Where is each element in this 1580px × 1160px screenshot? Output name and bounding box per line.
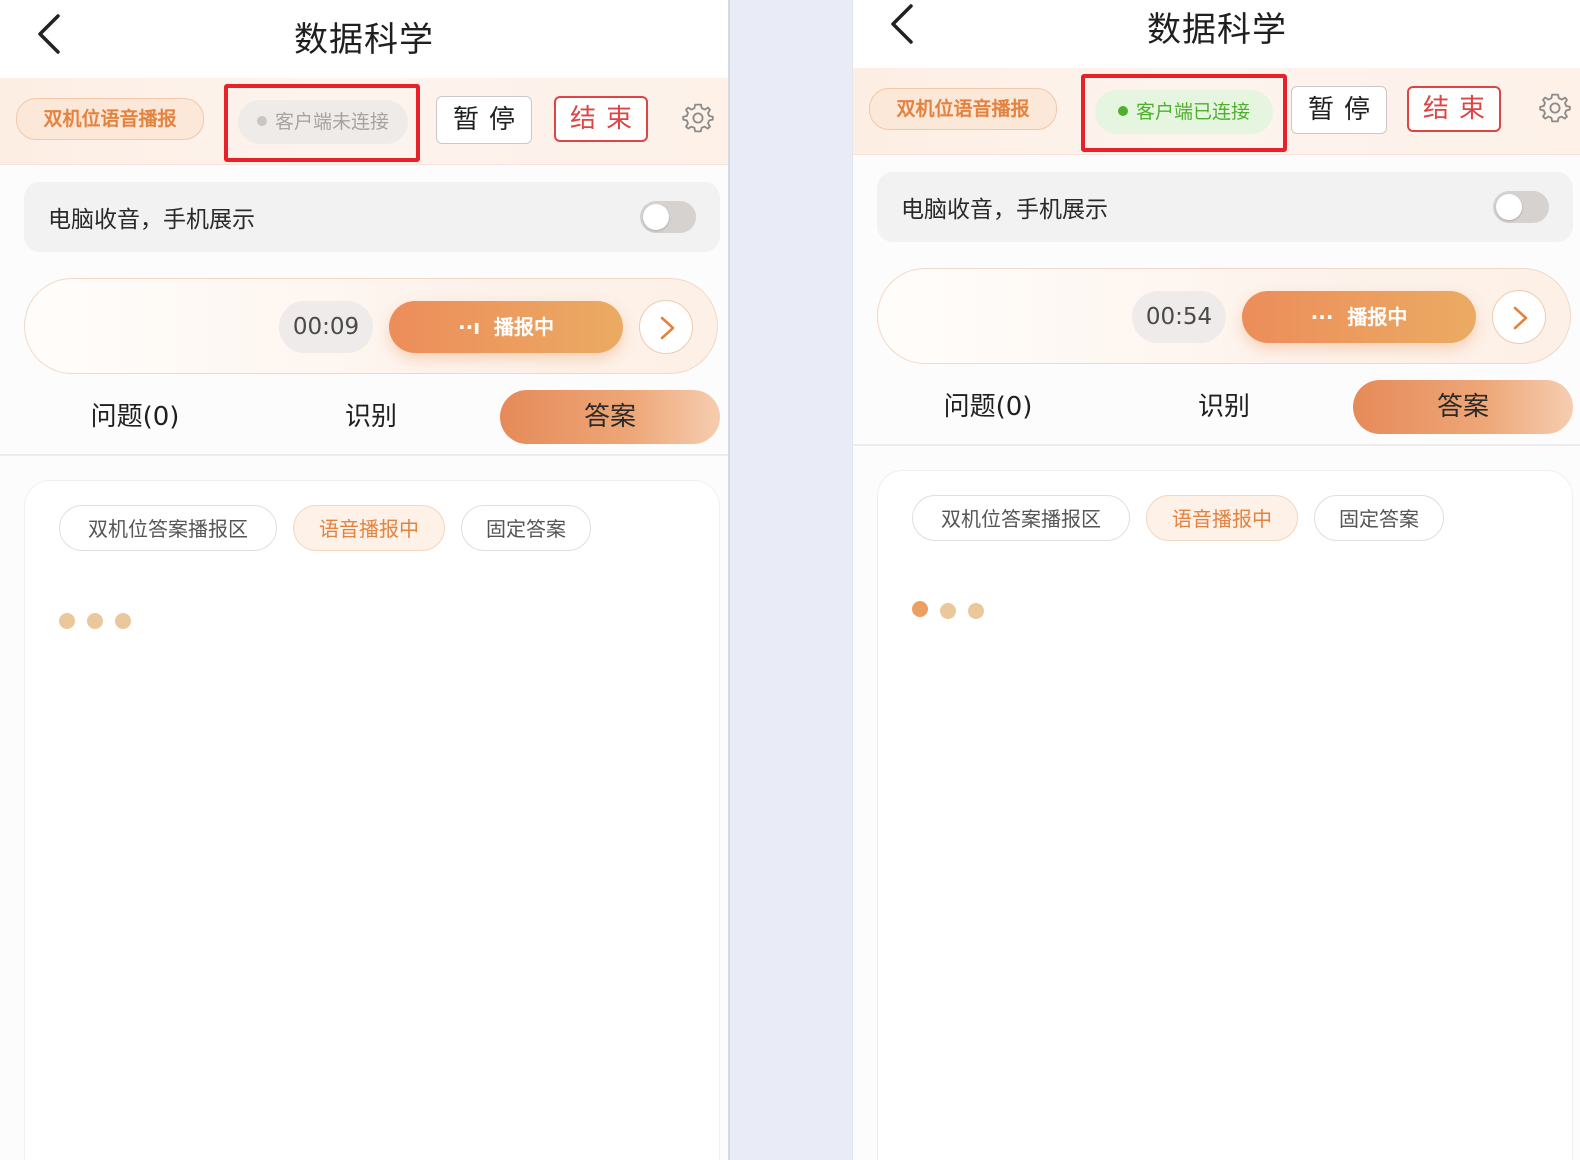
client-status-text: 客户端已连接	[1135, 101, 1250, 123]
broadcasting-label: 播报中	[1347, 305, 1408, 329]
pause-button[interactable]: 暂停	[1291, 86, 1387, 134]
ellipsis-icon: ∙∙ı	[458, 315, 494, 339]
toolbar: 双机位语音播报 客户端已连接 暂停 结束	[853, 68, 1580, 155]
answer-card: 双机位答案播报区 语音播报中 固定答案	[877, 470, 1573, 1160]
status-highlight-box: 客户端未连接	[224, 84, 420, 162]
typing-dots-icon	[59, 611, 139, 631]
mic-mode-toggle[interactable]	[640, 201, 696, 233]
mic-mode-row: 电脑收音，手机展示	[24, 182, 720, 252]
divider	[853, 444, 1580, 446]
panel-content: 数据科学 双机位语音播报 客户端未连接 暂停 结束 电脑收音，手机展示 00:0…	[0, 0, 728, 1160]
next-button[interactable]	[1492, 290, 1546, 344]
answer-card: 双机位答案播报区 语音播报中 固定答案	[24, 480, 720, 1160]
broadcast-timer: 00:54	[1132, 291, 1226, 343]
mic-mode-toggle[interactable]	[1493, 191, 1549, 223]
broadcast-player: 00:54 ∙∙∙ 播报中	[877, 268, 1571, 364]
header: 数据科学	[0, 0, 728, 78]
status-dot-icon	[1117, 105, 1128, 116]
page-title: 数据科学	[294, 20, 434, 60]
client-status-badge: 客户端未连接	[238, 100, 408, 144]
gear-icon[interactable]	[682, 102, 714, 134]
panel-content: 数据科学 双机位语音播报 客户端已连接 暂停 结束 电脑收音，手机展示 00:5…	[853, 0, 1580, 1160]
dual-broadcast-badge[interactable]: 双机位语音播报	[869, 88, 1057, 130]
end-button[interactable]: 结束	[1407, 86, 1501, 132]
broadcasting-button[interactable]: ∙∙∙ 播报中	[1242, 291, 1476, 343]
tab-recognition[interactable]: 识别	[276, 390, 466, 444]
broadcast-timer: 00:09	[279, 301, 373, 353]
toggle-knob	[643, 204, 669, 230]
tab-answers[interactable]: 答案	[500, 390, 720, 444]
next-button[interactable]	[639, 300, 693, 354]
tab-recognition[interactable]: 识别	[1129, 380, 1319, 434]
gear-icon[interactable]	[1539, 92, 1571, 124]
page-title: 数据科学	[1147, 10, 1287, 50]
client-status-badge: 客户端已连接	[1095, 90, 1273, 134]
divider	[0, 454, 728, 456]
status-dot-icon	[256, 115, 267, 126]
end-button[interactable]: 结束	[554, 96, 648, 142]
broadcasting-button[interactable]: ∙∙ı 播报中	[389, 301, 623, 353]
mic-mode-row: 电脑收音，手机展示	[877, 172, 1573, 242]
chevron-right-icon	[660, 316, 675, 340]
chip-fixed-answer[interactable]: 固定答案	[1314, 495, 1444, 541]
tab-answers[interactable]: 答案	[1353, 380, 1573, 434]
chip-fixed-answer[interactable]: 固定答案	[461, 505, 591, 551]
chip-voice-broadcasting[interactable]: 语音播报中	[1146, 495, 1298, 541]
chip-voice-broadcasting[interactable]: 语音播报中	[293, 505, 445, 551]
tab-bar: 问题(0) 识别 答案	[0, 386, 728, 454]
header: 数据科学	[853, 0, 1580, 68]
tab-questions[interactable]: 问题(0)	[40, 390, 230, 444]
pause-button[interactable]: 暂停	[436, 96, 532, 144]
chevron-right-icon	[1513, 306, 1528, 330]
chip-dual-answer-area[interactable]: 双机位答案播报区	[912, 495, 1130, 541]
ellipsis-icon: ∙∙∙	[1310, 305, 1348, 329]
broadcasting-label: 播报中	[493, 315, 554, 339]
status-highlight-box: 客户端已连接	[1081, 74, 1287, 152]
toggle-knob	[1496, 194, 1522, 220]
typing-dots-icon	[912, 601, 992, 621]
chip-dual-answer-area[interactable]: 双机位答案播报区	[59, 505, 277, 551]
toolbar: 双机位语音播报 客户端未连接 暂停 结束	[0, 78, 728, 165]
phone-panel-left: 数据科学 双机位语音播报 客户端未连接 暂停 结束 电脑收音，手机展示 00:0…	[0, 0, 730, 1160]
mic-mode-label: 电脑收音，手机展示	[48, 207, 255, 233]
tab-questions[interactable]: 问题(0)	[893, 380, 1083, 434]
client-status-text: 客户端未连接	[274, 111, 389, 133]
mic-mode-label: 电脑收音，手机展示	[901, 197, 1108, 223]
broadcast-player: 00:09 ∙∙ı 播报中	[24, 278, 718, 374]
phone-panel-right: 数据科学 双机位语音播报 客户端已连接 暂停 结束 电脑收音，手机展示 00:5…	[852, 0, 1580, 1160]
tab-bar: 问题(0) 识别 答案	[853, 376, 1580, 444]
dual-broadcast-badge[interactable]: 双机位语音播报	[16, 98, 204, 140]
